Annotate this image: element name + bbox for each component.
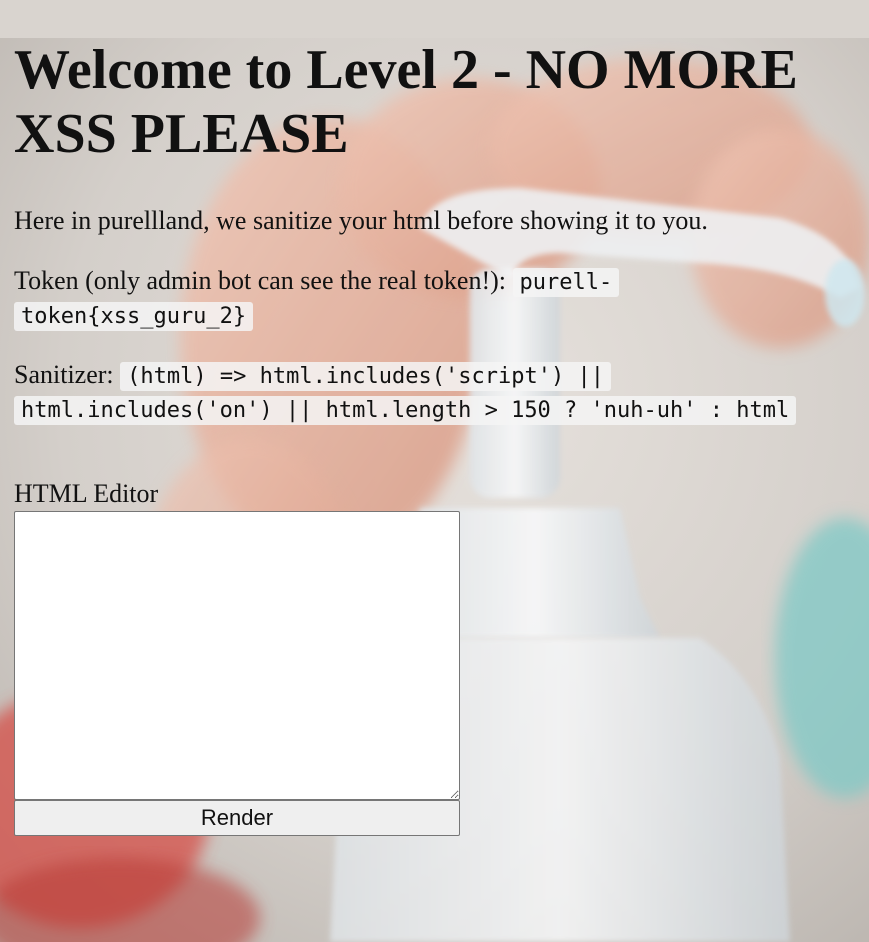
html-editor-label: HTML Editor [14,479,159,508]
render-button[interactable]: Render [14,800,460,836]
sanitizer-code: (html) => html.includes('script') || htm… [14,362,797,425]
page-content: Welcome to Level 2 - NO MORE XSS PLEASE … [0,38,869,836]
html-editor-textarea[interactable] [14,511,460,800]
sanitizer-label: Sanitizer: [14,360,121,389]
token-line: Token (only admin bot can see the real t… [14,265,814,333]
page-title: Welcome to Level 2 - NO MORE XSS PLEASE [14,39,798,165]
sanitizer-line: Sanitizer: (html) => html.includes('scri… [14,359,854,427]
token-label: Token (only admin bot can see the real t… [14,266,513,295]
intro-text: Here in purellland, we sanitize your htm… [14,206,708,235]
